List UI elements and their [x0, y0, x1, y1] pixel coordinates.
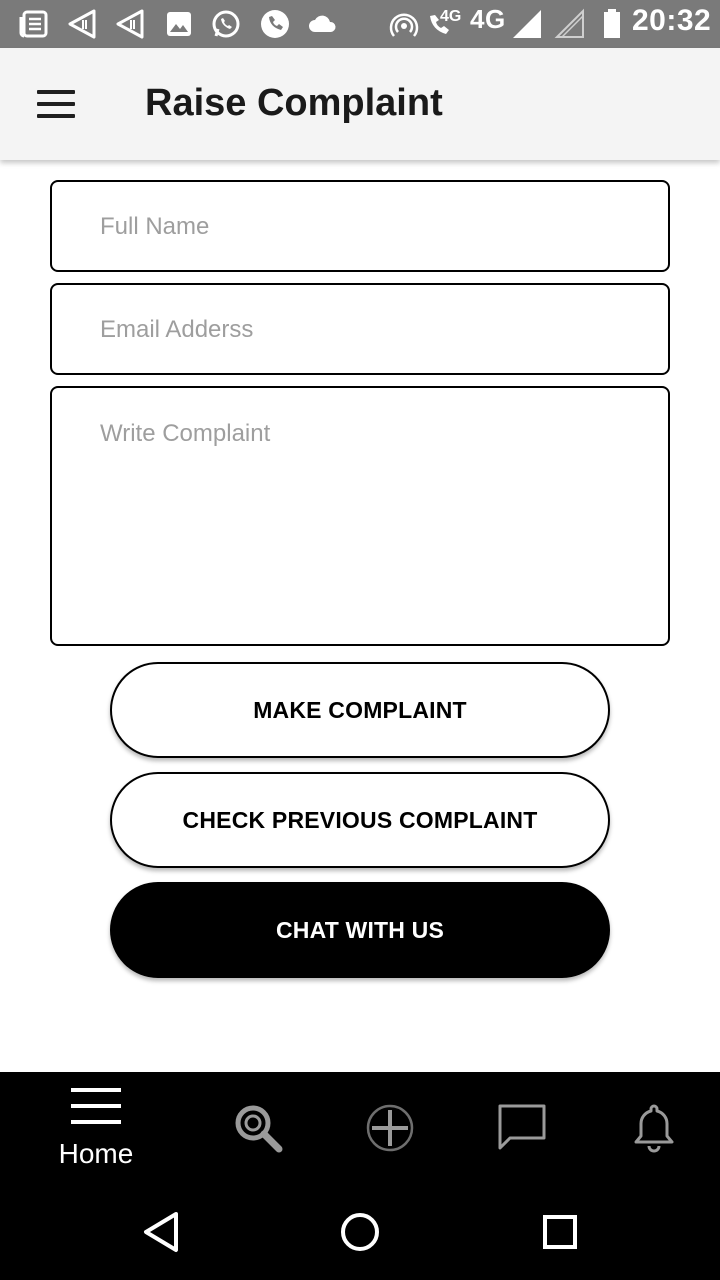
back-icon[interactable] — [140, 1210, 184, 1254]
search-icon — [235, 1105, 283, 1153]
hamburger-icon[interactable] — [28, 78, 84, 130]
cloud-icon — [309, 15, 336, 32]
call-network-label: 4G — [440, 8, 462, 25]
image-icon — [167, 12, 191, 36]
signal-app-icon — [116, 9, 144, 39]
check-previous-label: CHECK PREVIOUS COMPLAINT — [182, 806, 538, 833]
email-field-box — [50, 283, 670, 375]
cell-signal-empty-icon — [554, 8, 584, 38]
home-circle-icon[interactable] — [338, 1210, 382, 1254]
chat-with-us-button[interactable]: CHAT WITH US — [110, 882, 610, 978]
nav-home-label: Home — [58, 1138, 134, 1169]
status-bar: 4G 4G 20:32 — [0, 0, 720, 48]
clock: 20:32 — [632, 4, 712, 37]
network-label: 4G — [470, 4, 506, 34]
make-complaint-button[interactable]: MAKE COMPLAINT — [110, 662, 610, 758]
battery-icon — [604, 9, 620, 38]
phone-icon — [261, 10, 289, 38]
system-navigation-bar — [0, 1184, 720, 1280]
nav-item-notifications[interactable] — [618, 1072, 690, 1184]
cell-signal-icon — [513, 10, 541, 38]
full-name-field-box — [50, 180, 670, 272]
chat-bubble-icon — [498, 1104, 546, 1150]
recents-icon[interactable] — [540, 1212, 580, 1252]
hotspot-icon — [389, 13, 419, 37]
add-circle-icon — [366, 1104, 414, 1152]
complaint-textarea[interactable] — [100, 420, 652, 620]
whatsapp-icon — [212, 10, 240, 38]
news-icon — [19, 10, 48, 38]
nav-item-add[interactable] — [352, 1072, 428, 1184]
app-bar: Raise Complaint — [0, 48, 720, 160]
full-name-input[interactable] — [100, 212, 652, 242]
nav-item-home[interactable]: Home — [40, 1072, 152, 1184]
check-previous-complaint-button[interactable]: CHECK PREVIOUS COMPLAINT — [110, 772, 610, 868]
email-input[interactable] — [100, 315, 652, 345]
nav-item-messages[interactable] — [484, 1072, 560, 1184]
menu-lines-icon — [71, 1088, 121, 1124]
complaint-field-box — [50, 386, 670, 646]
bottom-navigation: Home — [0, 1072, 720, 1184]
nav-item-search[interactable] — [222, 1072, 294, 1184]
page-title: Raise Complaint — [145, 82, 443, 124]
chat-label: CHAT WITH US — [275, 916, 445, 943]
make-complaint-label: MAKE COMPLAINT — [253, 696, 467, 723]
bell-icon — [634, 1104, 674, 1153]
signal-app-icon — [68, 9, 96, 39]
